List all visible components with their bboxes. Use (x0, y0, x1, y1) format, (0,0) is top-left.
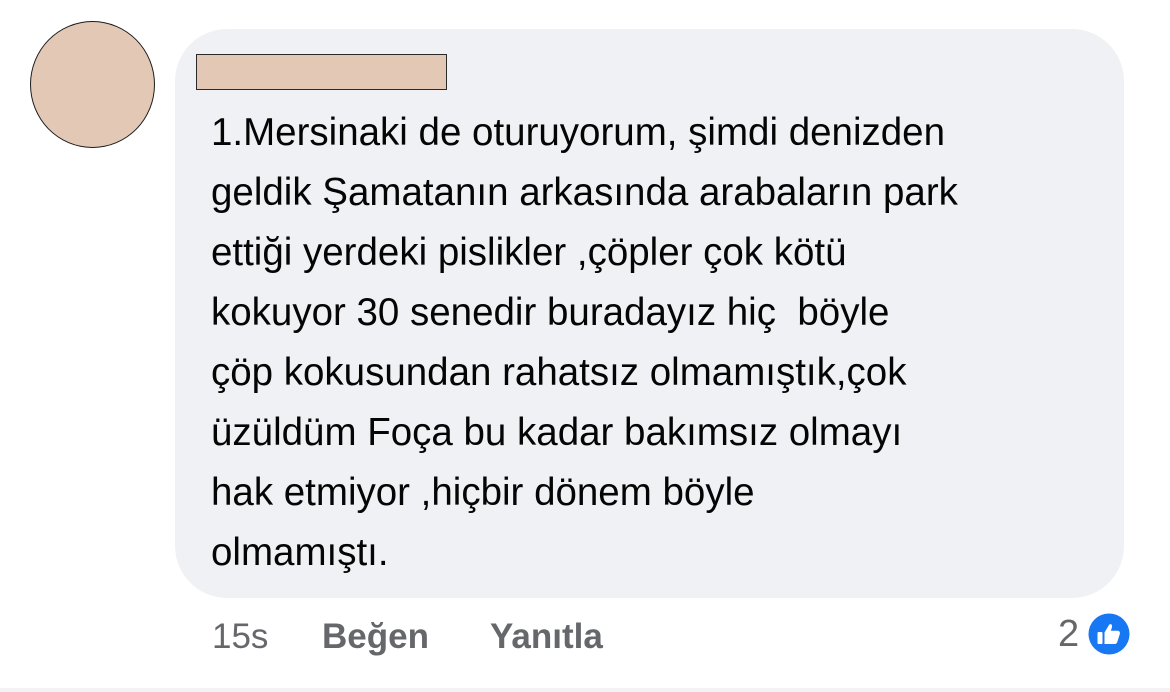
comment-line: hak etmiyor ,hiçbir dönem böyle (211, 471, 755, 514)
comment-text: 1.Mersinaki de oturuyorum, şimdi denizde… (211, 103, 1111, 583)
divider (0, 688, 1170, 692)
reply-button[interactable]: Yanıtla (490, 617, 603, 657)
comment-timestamp[interactable]: 15s (212, 617, 268, 657)
comment-line: ettiği yerdeki pislikler ,çöpler çok köt… (211, 231, 847, 274)
comment-line: olmamıştı. (211, 531, 389, 574)
comment-line: kokuyor 30 senedir buradayız hiç böyle (211, 291, 890, 334)
avatar[interactable] (30, 21, 155, 148)
reaction-summary[interactable]: 2 (1058, 610, 1133, 658)
like-button[interactable]: Beğen (322, 617, 429, 657)
comment-line: geldik Şamatanın arkasında arabaların pa… (211, 171, 958, 214)
comment-line: 1.Mersinaki de oturuyorum, şimdi denizde… (211, 111, 945, 154)
redacted-author-name[interactable] (196, 54, 447, 90)
reaction-count: 2 (1058, 613, 1080, 655)
thumbs-up-icon (1086, 611, 1133, 657)
comment-line: üzüldüm Foça bu kadar bakımsız olmayı (211, 411, 903, 454)
comment-line: çöp kokusundan rahatsız olmamıştık,çok (211, 351, 907, 394)
